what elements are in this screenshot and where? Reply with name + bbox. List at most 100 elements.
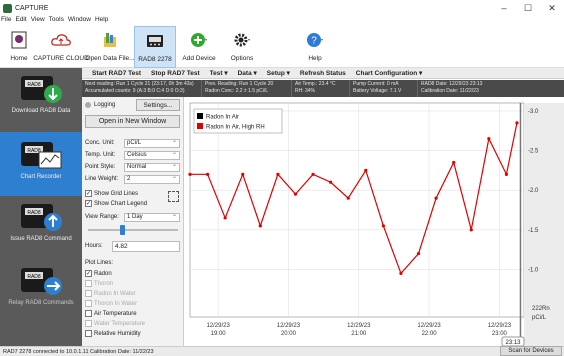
radon-data-point [205, 172, 210, 176]
stop-rad7-test-button[interactable]: Stop RAD7 Test [151, 70, 200, 77]
x-tick-date: 12/29/23 [417, 323, 441, 329]
relay-rad8-commands-item[interactable]: RAD8 Relay RAD8 Commands [0, 264, 82, 328]
radon-data-point [504, 172, 509, 176]
x-tick-date: 12/29/23 [277, 323, 301, 329]
point-style-select[interactable]: Normal [124, 162, 180, 172]
pump-battery-info: Pump Current: 0 mA Battery Voltage: 7.1 V [350, 80, 418, 97]
open-in-new-window-button[interactable]: Open in New Window [85, 115, 180, 128]
options-button[interactable]: Options [222, 26, 262, 68]
command-toolbar: Start RAD7 Test Stop RAD7 Test Test ▾ Da… [82, 68, 564, 79]
show-chart-legend-option[interactable]: ✓ Show Chart Legend [85, 200, 147, 207]
maximize-button[interactable]: ☐ [516, 0, 540, 16]
open-file-icon [104, 33, 116, 47]
radon-data-point [293, 192, 298, 196]
issue-rad8-command-item[interactable]: RAD8 Issue RAD8 Command [0, 200, 82, 260]
open-data-file-button[interactable]: Open Data File... [85, 26, 135, 68]
y-tick-label: -2.0 [528, 188, 539, 194]
radon-data-point [381, 224, 385, 228]
plot-area [189, 102, 525, 318]
line-weight-label: Line Weight: [85, 176, 119, 182]
data-menu-button[interactable]: Data ▾ [238, 69, 257, 77]
y-tick-label: -2.5 [528, 149, 539, 155]
radon-option[interactable]: ✓ Radon [85, 270, 112, 277]
setup-menu-button[interactable]: Setup ▾ [267, 69, 290, 77]
radon-checkbox[interactable]: ✓ [85, 270, 92, 277]
radon-in-water-checkbox[interactable] [85, 290, 92, 297]
start-rad7-test-button[interactable]: Start RAD7 Test [92, 70, 141, 77]
hours-input[interactable]: 4.82 [112, 241, 180, 252]
view-range-slider-track[interactable] [88, 229, 178, 231]
radon-data-point [346, 196, 350, 200]
capture-cloud-button[interactable]: CAPTURE CLOUD [33, 26, 89, 68]
radon-data-point [399, 271, 403, 276]
upload-icon: RAD8 [21, 204, 62, 231]
menu-window[interactable]: Window [68, 16, 91, 26]
show-grid-lines-checkbox[interactable]: ✓ [85, 190, 92, 197]
temp-unit-select[interactable]: Celsius [124, 150, 180, 160]
radon-data-point [364, 168, 368, 172]
download-icon: RAD8 [21, 76, 62, 103]
settings-button[interactable]: Settings... [136, 99, 180, 111]
next-reading-info: Next reading: Run 1 Cycle 21 (23:17, 0h … [82, 80, 202, 97]
ribbon: Home CAPTURE CLOUD Open Data File... RAD… [0, 26, 564, 68]
x-tick-time: 22:00 [422, 331, 438, 337]
menu-help[interactable]: Help [95, 16, 108, 26]
conc-unit-label: Conc. Unit: [85, 140, 115, 146]
y-tick-label: -1.5 [528, 228, 539, 234]
chart-recorder-chart[interactable]: -3.0 -2.5 -2.0 -1.5 -1.0 12/29/23 19:00 12/29/2… [184, 97, 564, 347]
close-button[interactable]: ✕ [540, 0, 564, 16]
prev-reading-info: Prev. Reading: Run 1 Cycle 20 Radon Conc:… [202, 80, 292, 97]
water-temperature-checkbox[interactable] [85, 320, 92, 327]
view-range-slider-thumb[interactable] [120, 225, 125, 235]
line-weight-select[interactable]: 2 [124, 174, 180, 184]
view-range-select[interactable]: 1 Day [124, 212, 180, 222]
refresh-status-button[interactable]: Refresh Status [300, 70, 346, 77]
rad8-label: RAD8 [27, 210, 41, 216]
download-rad8-data-item[interactable]: RAD8 Download RAD8 Data [0, 72, 82, 130]
show-chart-legend-checkbox[interactable]: ✓ [85, 200, 92, 207]
home-button[interactable]: Home [2, 26, 36, 68]
x-tick-time: 21:00 [351, 331, 367, 337]
show-grid-lines-option[interactable]: ✓ Show Grid Lines [85, 190, 138, 197]
relative-humidity-option[interactable]: Relative Humidity [85, 330, 141, 337]
help-button[interactable]: ? Help [300, 26, 330, 68]
radon-data-point [469, 228, 473, 232]
chart-configuration-button[interactable]: Chart Configuration ▾ [356, 69, 422, 77]
test-menu-button[interactable]: Test ▾ [210, 69, 228, 77]
rad8-device-icon [147, 35, 163, 47]
relative-humidity-checkbox[interactable] [85, 330, 92, 337]
chart-recorder-item[interactable]: RAD8 Chart Recorder [0, 132, 82, 196]
menu-bar: File Edit View Tools Window Help [0, 16, 108, 26]
logging-status-dot [85, 102, 91, 108]
water-temperature-option[interactable]: Water Temperature [85, 320, 145, 327]
help-icon: ? [307, 33, 323, 47]
thoron-checkbox[interactable] [85, 280, 92, 287]
menu-file[interactable]: File [1, 16, 11, 26]
air-temperature-option[interactable]: Air Temperature [85, 310, 137, 317]
add-device-button[interactable]: Add Device [178, 26, 220, 68]
radon-data-point [487, 137, 491, 141]
radon-data-point [434, 196, 438, 200]
minimize-button[interactable]: – [492, 0, 516, 16]
status-info-strip: Next reading: Run 1 Cycle 21 (23:17, 0h … [82, 80, 564, 97]
thoron-in-water-option[interactable]: Thoron In Water [85, 300, 137, 307]
legend-position-icon[interactable] [168, 191, 179, 202]
thoron-option[interactable]: Thoron [85, 280, 113, 287]
y-axis-unit-isotope: 222Rn [532, 306, 550, 312]
radon-in-water-option[interactable]: Radon In Water [85, 290, 136, 297]
window-title: CAPTURE [15, 4, 49, 12]
air-temperature-checkbox[interactable] [85, 310, 92, 317]
scan-for-devices-button[interactable]: Scan for Devices [500, 346, 562, 356]
point-style-label: Point Style: [85, 164, 116, 170]
x-tick-time: 20:00 [281, 331, 297, 337]
conc-unit-select[interactable]: pCi/L [124, 138, 180, 148]
menu-tools[interactable]: Tools [49, 16, 64, 26]
menu-edit[interactable]: Edit [15, 16, 26, 26]
legend-swatch-radon-high-rh [197, 123, 203, 129]
rad8-2278-button[interactable]: RAD8 2278 [134, 26, 176, 68]
menu-view[interactable]: View [31, 16, 45, 26]
x-tick-date: 12/29/23 [347, 323, 371, 329]
y-tick-label: -1.0 [528, 267, 539, 273]
cloud-icon [51, 34, 71, 46]
thoron-in-water-checkbox[interactable] [85, 300, 92, 307]
